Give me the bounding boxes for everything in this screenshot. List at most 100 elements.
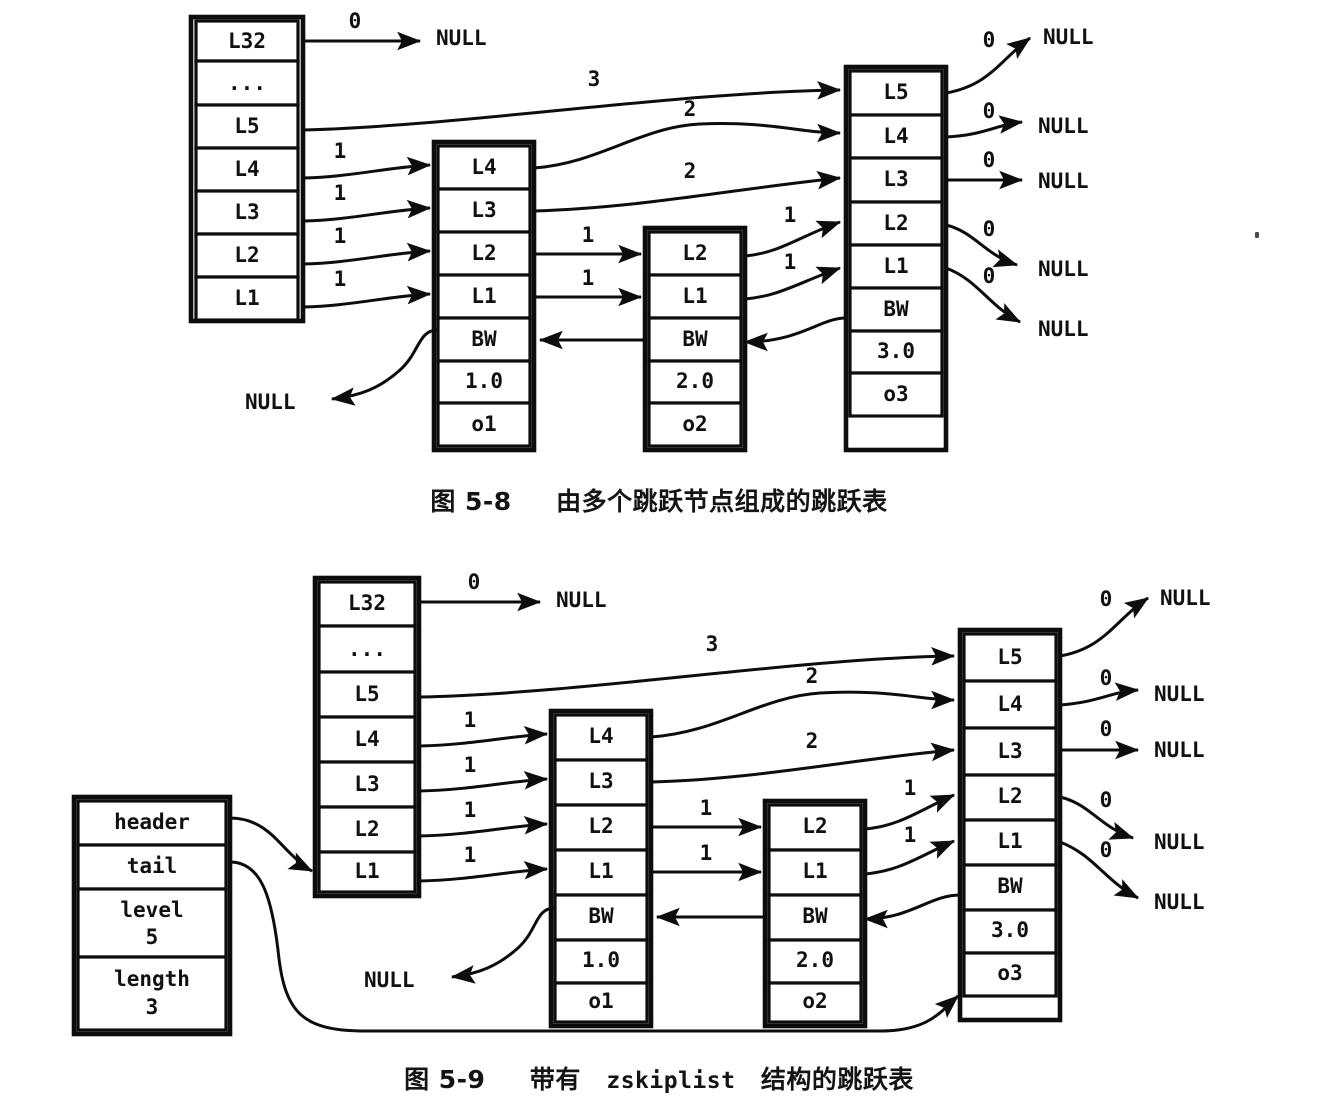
fig58-span-header-l4: 1 [334,139,347,163]
fig58-link-header-l3-o1 [302,199,432,223]
fig59-o1-cell-2: L2 [588,814,613,838]
fig59-span-header-l1: 1 [464,843,477,867]
figure-5-9-caption-number: 图 5-9 [404,1065,486,1094]
figure-5-8-caption-number: 图 5-8 [430,487,512,516]
fig58-o3-cell-1: L4 [883,124,908,148]
fig58-span-o3-l4: 0 [983,99,996,123]
fig59-zskiplist-field-length: length [114,967,190,991]
fig58-span-o3-l2: 0 [983,217,996,241]
fig58-span-header-l32: 0 [349,9,362,33]
fig58-link-header-l4-o1 [302,156,432,180]
fig58-o1-cell-backward: BW [471,327,497,351]
fig59-o2-cell-1: L1 [802,859,827,883]
fig59-link-header-l3-o1 [418,770,549,793]
fig59-o2-cell-backward: BW [802,904,828,928]
fig58-span-header-l3: 1 [334,181,347,205]
fig59-null-6: NULL [364,968,415,992]
fig59-o3-cell-score: 3.0 [991,918,1029,942]
fig58-null-5: NULL [1038,317,1089,341]
fig59-header-cell-1: ... [348,637,386,661]
fig58-o3-cell-0: L5 [883,80,908,104]
fig59-o1-cell-backward: BW [588,904,614,928]
scan-speck [1255,232,1259,238]
figure-5-8-caption-text: 由多个跳跃节点组成的跳跃表 [556,487,888,516]
fig59-span-o2-l1: 1 [904,823,917,847]
fig59-header-cell-2: L5 [354,682,379,706]
fig58-span-o3-l5: 0 [983,28,996,52]
fig59-node-o1: L4 L3 L2 L1 BW 1.0 o1 [548,708,654,1029]
fig59-span-o3-l5: 0 [1100,587,1113,611]
fig58-o3-cell-2: L3 [883,167,908,191]
fig59-o1-cell-object: o1 [588,989,613,1013]
fig59-o1-cell-3: L1 [588,859,613,883]
figure-page: L32 ... L5 L4 L3 L2 L1 L4 L3 L2 L1 BW 1.… [0,0,1318,1120]
fig58-node-o3: L5 L4 L3 L2 L1 BW 3.0 o3 [843,64,949,453]
fig59-zskiplist-struct: header tail level 5 length 3 [71,794,233,1037]
fig58-o3-cell-backward: BW [883,297,909,321]
fig59-link-header-l4-o1 [418,725,549,748]
fig59-link-o1-l4-o3 [650,690,956,739]
fig59-zskiplist-field-header: header [114,810,190,834]
fig58-o1-cell-score: 1.0 [465,369,503,393]
fig59-span-o1-l4: 2 [806,664,819,688]
fig58-header-cell-2: L5 [234,114,259,138]
fig58-null-6: NULL [245,390,296,414]
fig58-o2-cell-0: L2 [682,241,707,265]
fig59-null-4: NULL [1154,830,1205,854]
fig59-span-o1-l1: 1 [700,841,713,865]
fig58-span-o1-l1: 1 [582,266,595,290]
fig58-span-o1-l3: 2 [684,159,697,183]
fig58-o1-cell-3: L1 [471,284,496,308]
fig59-header-cell-0: L32 [348,591,386,615]
fig59-o2-cell-object: o2 [802,989,827,1013]
fig59-header-cell-3: L4 [354,727,379,751]
fig59-header-cell-6: L1 [354,859,379,883]
fig58-null-0: NULL [436,26,487,50]
figure-5-9-caption: 图 5-9 带有 zskiplist 结构的跳跃表 [0,1060,1318,1096]
fig59-span-header-l32: 0 [468,570,481,594]
fig58-header-cell-0: L32 [228,29,266,53]
fig58-o1-cell-0: L4 [471,155,496,179]
fig58-o1-cell-1: L3 [471,198,496,222]
fig59-link-o3-l2-null [1059,795,1135,840]
fig58-span-o3-l1: 0 [983,264,996,288]
fig59-o1-cell-0: L4 [588,724,613,748]
fig59-o3-cell-object: o3 [997,961,1022,985]
fig59-span-o2-l2: 1 [904,776,917,800]
fig59-o3-cell-1: L4 [997,692,1022,716]
fig58-link-o3-l2-null [945,223,1019,268]
fig59-null-2: NULL [1154,682,1205,706]
fig59-zskiplist-field-level: level [120,898,183,922]
fig59-span-o3-l2: 0 [1100,788,1113,812]
fig58-o1-cell-object: o1 [471,412,496,436]
fig58-backward-o3-to-o2 [743,316,847,352]
fig58-o2-cell-score: 2.0 [676,369,714,393]
fig59-null-1: NULL [1160,586,1211,610]
figure-5-9-caption-text-before: 带有 [529,1065,581,1094]
fig58-header-node: L32 ... L5 L4 L3 L2 L1 [188,14,306,324]
fig58-backward-o1-to-null [330,328,439,406]
fig59-header-node: L32 ... L5 L4 L3 L2 L1 [312,575,422,899]
fig59-span-o1-l2: 1 [700,796,713,820]
fig59-link-header-l1-o1 [418,860,549,883]
fig58-null-2: NULL [1038,114,1089,138]
fig59-zskiplist-field-tail: tail [127,854,178,878]
fig59-zskiplist-value-length: 3 [146,995,159,1019]
fig59-link-header-l2-o1 [418,815,549,838]
fig58-span-header-l1: 1 [334,267,347,291]
fig58-node-o2: L2 L1 BW 2.0 o2 [642,225,748,453]
fig58-o1-cell-2: L2 [471,241,496,265]
fig59-o3-cell-2: L3 [997,739,1022,763]
fig58-o2-cell-1: L1 [682,284,707,308]
fig59-span-o3-l3: 0 [1100,717,1113,741]
fig59-header-cell-4: L3 [354,772,379,796]
fig58-span-o2-l1: 1 [784,250,797,274]
fig58-null-3: NULL [1038,169,1089,193]
fig59-span-header-l5: 3 [706,632,719,656]
fig59-span-o3-l4: 0 [1100,666,1113,690]
fig59-o3-cell-4: L1 [997,829,1022,853]
fig59-backward-o3-to-o2 [863,893,961,929]
fig59-header-cell-5: L2 [354,817,379,841]
fig59-null-5: NULL [1154,890,1205,914]
fig59-o1-cell-score: 1.0 [582,948,620,972]
